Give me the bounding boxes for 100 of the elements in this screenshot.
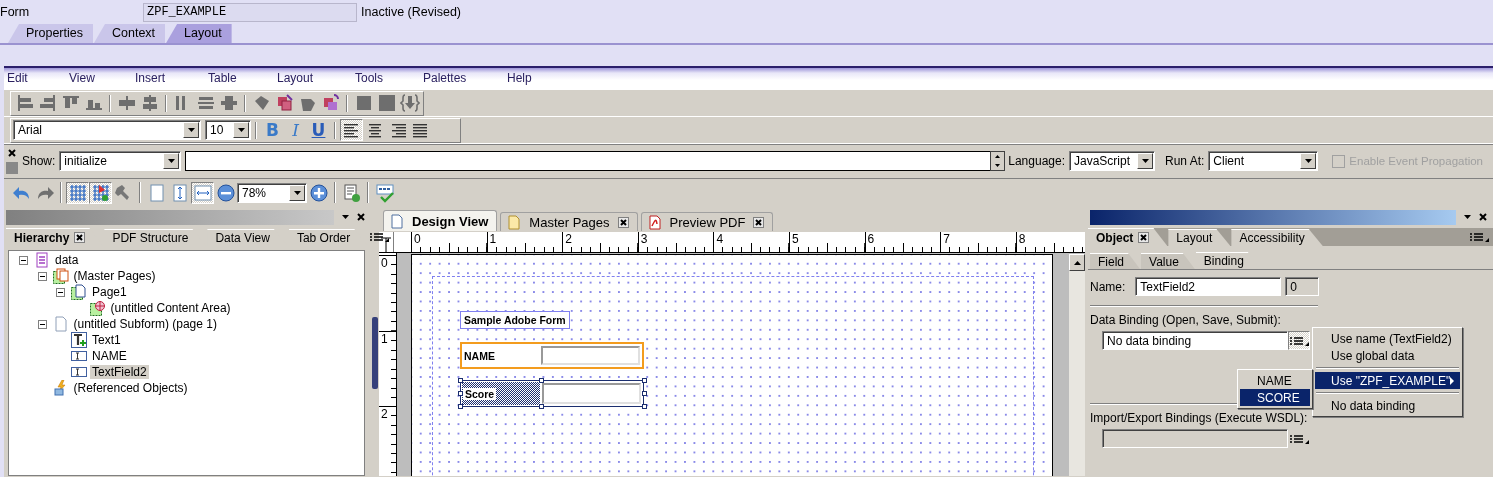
menu-item[interactable]: Use global data — [1315, 347, 1460, 364]
resize-handle[interactable] — [458, 404, 463, 409]
resize-handle[interactable] — [458, 391, 463, 396]
tree-item[interactable]: (Master Pages) — [71, 269, 158, 283]
panel-tab[interactable]: Accessibility — [1231, 229, 1323, 246]
menu-item[interactable]: Table — [208, 71, 237, 85]
form-text-field[interactable]: NAME — [460, 342, 644, 369]
tree-item[interactable]: (untitled Subform) (page 1) — [71, 317, 219, 331]
list-menu-icon[interactable] — [1289, 433, 1309, 444]
spellcheck-icon[interactable] — [374, 182, 395, 203]
menu-item[interactable]: Palettes — [423, 71, 467, 85]
brace-icon[interactable] — [399, 93, 420, 113]
name-field[interactable]: TextField2 — [1135, 277, 1282, 296]
resize-handle[interactable] — [642, 404, 647, 409]
show-label: Show: — [22, 154, 56, 168]
tab[interactable]: Properties — [8, 24, 93, 43]
list-menu-icon[interactable] — [1289, 335, 1309, 346]
resize-handle[interactable] — [458, 378, 463, 383]
run-at-label: Run At: — [1165, 154, 1205, 168]
down-arrow-icon[interactable] — [995, 164, 1001, 167]
resize-handle[interactable] — [642, 391, 647, 396]
collapse-toggle-icon[interactable] — [37, 271, 47, 281]
menu-item[interactable]: View — [69, 71, 95, 85]
page-icon — [390, 213, 404, 229]
form-text-field[interactable]: Score — [460, 380, 644, 407]
sub-tab[interactable]: Field — [1090, 253, 1140, 269]
menu-item[interactable]: NAME — [1240, 372, 1310, 389]
tree-item[interactable]: Page1 — [90, 285, 129, 299]
dropdown-arrow-icon — [187, 128, 195, 132]
collapse-icon[interactable] — [342, 215, 349, 219]
up-arrow-icon[interactable] — [995, 155, 1001, 158]
collapse-toggle-icon[interactable] — [37, 319, 47, 329]
collapse-toggle-icon[interactable] — [56, 287, 65, 297]
menu-item[interactable]: Layout — [277, 71, 314, 85]
script-field[interactable] — [185, 151, 991, 171]
font-dropdown[interactable]: Arial — [13, 120, 201, 140]
align-button[interactable] — [340, 119, 363, 141]
scrollbar[interactable] — [1069, 254, 1085, 476]
tree-item[interactable]: (Referenced Objects) — [71, 381, 190, 395]
toggle-button[interactable] — [66, 181, 89, 204]
ruler-number: 6 — [867, 232, 875, 246]
menu-item[interactable]: Use "ZPF_EXAMPLE" — [1315, 372, 1460, 389]
pages-icon — [52, 268, 69, 284]
event-dropdown[interactable]: initialize — [59, 151, 182, 171]
menu-item[interactable]: Edit — [7, 71, 28, 85]
menu-item[interactable]: No data binding — [1315, 397, 1460, 414]
tree-item[interactable]: Text1 — [90, 333, 123, 347]
close-icon[interactable] — [8, 149, 16, 157]
panel-tab[interactable]: Layout — [1168, 229, 1231, 246]
sub-tab[interactable]: Value — [1141, 253, 1195, 269]
resize-handle[interactable] — [642, 378, 647, 383]
menu-item[interactable]: Tools — [355, 71, 383, 85]
menu-item[interactable]: Insert — [135, 71, 165, 85]
binding-field[interactable]: No data binding — [1102, 331, 1288, 350]
panel-tab[interactable]: Object — [1088, 228, 1168, 246]
close-icon[interactable] — [357, 213, 365, 221]
tree-item[interactable]: TextField2 — [90, 365, 149, 379]
tree-item[interactable]: NAME — [90, 349, 129, 363]
close-icon[interactable] — [1140, 234, 1148, 241]
binding-menu-button[interactable] — [1288, 331, 1310, 350]
toggle-button[interactable] — [191, 181, 214, 204]
list-menu-icon[interactable] — [369, 232, 390, 242]
ruler-number: 1 — [381, 331, 388, 346]
menu-item[interactable]: Use name (TextField2) — [1315, 330, 1460, 347]
collapse-icon[interactable] — [1464, 215, 1471, 219]
tab[interactable]: Context — [94, 24, 166, 43]
resize-handle[interactable] — [539, 404, 544, 409]
close-icon[interactable] — [1479, 213, 1487, 221]
document-tab[interactable]: Preview PDF — [640, 212, 774, 231]
document-tab[interactable]: Design View — [383, 210, 498, 231]
zoom-out-icon[interactable] — [215, 182, 236, 203]
document-tab[interactable]: Master Pages — [500, 212, 638, 231]
run-at-dropdown[interactable]: Client — [1208, 151, 1319, 171]
size-icon[interactable] — [376, 93, 397, 113]
menu-item[interactable]: SCORE — [1240, 389, 1310, 406]
tab[interactable]: Layout — [166, 24, 232, 43]
tree-item[interactable]: (untitled Content Area) — [108, 301, 233, 315]
distribute-icon[interactable] — [218, 93, 239, 113]
form-caption[interactable]: Sample Adobe Form — [460, 311, 570, 329]
zoom-in-icon[interactable] — [308, 182, 329, 203]
align-right-icon[interactable] — [37, 93, 58, 113]
splitter-handle[interactable] — [372, 316, 378, 389]
ruler-number: 0 — [414, 232, 421, 246]
close-icon[interactable] — [619, 218, 627, 226]
toggle-button[interactable] — [89, 181, 112, 204]
center-icon[interactable] — [116, 93, 137, 113]
size-dropdown[interactable]: 10 — [205, 120, 251, 140]
lightning-icon — [52, 380, 69, 396]
language-dropdown[interactable]: JavaScript — [1069, 151, 1155, 171]
spinner[interactable] — [990, 151, 1006, 171]
zoom-dropdown[interactable]: 78% — [237, 182, 307, 203]
close-icon[interactable] — [76, 234, 84, 241]
menu-item[interactable]: Help — [507, 71, 532, 85]
page-help-icon[interactable] — [341, 182, 362, 203]
close-icon[interactable] — [755, 218, 763, 226]
underline-button[interactable]: U — [307, 119, 330, 141]
list-menu-icon[interactable] — [1469, 232, 1489, 242]
tree-item[interactable]: data — [53, 253, 81, 267]
resize-handle[interactable] — [539, 378, 544, 383]
collapse-toggle-icon[interactable] — [19, 255, 28, 265]
